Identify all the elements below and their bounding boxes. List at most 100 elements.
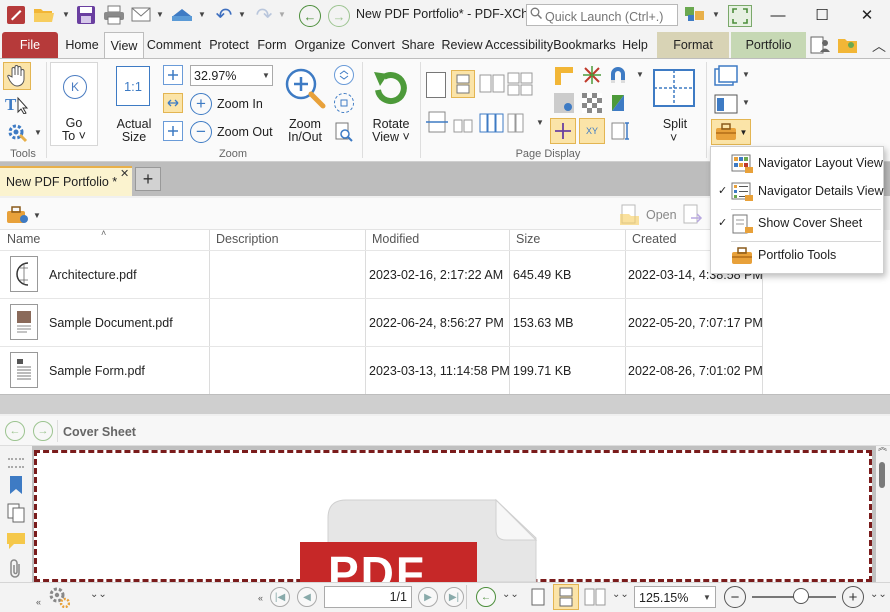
tab-view[interactable]: View [104, 32, 144, 58]
extract-icon[interactable] [680, 203, 704, 227]
next-page-icon[interactable]: ▶ [418, 587, 438, 607]
close-button[interactable]: ✕ [845, 2, 889, 28]
open-folder-icon[interactable] [32, 4, 56, 26]
actual-size-icon[interactable]: 1:1 [116, 66, 150, 106]
continuous-facing-icon[interactable] [507, 72, 533, 96]
zoom-slider-handle[interactable] [793, 588, 809, 604]
page-numbers-icon[interactable] [479, 112, 505, 134]
page-number-input[interactable] [324, 586, 412, 608]
panes-icon[interactable] [712, 92, 740, 116]
quick-launch-input[interactable] [526, 4, 678, 26]
column-header-modified[interactable]: Modified [372, 232, 419, 246]
app-logo-icon[interactable] [4, 4, 28, 26]
coordinates-icon[interactable]: XY [579, 118, 605, 144]
menu-item-portfolio-tools[interactable]: Portfolio Tools [711, 242, 885, 270]
fullscreen-icon[interactable] [728, 5, 752, 27]
hand-tool-icon[interactable] [3, 62, 31, 90]
fit-visible-icon[interactable] [163, 121, 183, 141]
menu-item-show-cover-sheet[interactable]: ✓ Show Cover Sheet [711, 210, 885, 238]
chevron-down-icon[interactable]: ▼ [198, 10, 206, 19]
undo-icon[interactable]: ↶ [212, 4, 236, 27]
guides-icon[interactable] [550, 118, 576, 144]
column-header-name[interactable]: Name [7, 232, 40, 246]
ruler-icon[interactable] [552, 64, 576, 86]
pages-panel-icon[interactable] [6, 502, 26, 524]
zoom-reset-icon[interactable] [334, 65, 354, 85]
facing-mode-icon[interactable] [583, 586, 607, 608]
split-button[interactable]: Split [652, 118, 698, 131]
document-tab[interactable]: New PDF Portfolio * [0, 166, 132, 196]
column-header-created[interactable]: Created [632, 232, 676, 246]
tab-format[interactable]: Format [657, 32, 729, 58]
tab-comment[interactable]: Comment [145, 32, 203, 58]
go-to-button[interactable]: K Go To ˅ [50, 62, 98, 146]
chevron-down-icon[interactable]: ▼ [278, 10, 286, 19]
forward-icon[interactable]: → [328, 5, 350, 27]
chevron-down-icon[interactable]: ▼ [156, 10, 164, 19]
column-header-size[interactable]: Size [516, 232, 540, 246]
color-split-icon[interactable] [606, 92, 630, 114]
tab-share[interactable]: Share [399, 32, 437, 58]
tab-portfolio[interactable]: Portfolio [731, 32, 806, 58]
single-page-mode-icon[interactable] [528, 586, 548, 608]
magnifier-icon[interactable] [334, 121, 354, 143]
window-layout-icon[interactable] [712, 64, 740, 88]
status-zoom-in-icon[interactable]: + [842, 586, 864, 608]
zoom-out-icon[interactable]: − [190, 121, 212, 143]
portfolio-tools-icon[interactable] [5, 204, 31, 226]
chevron-down-icon[interactable]: ▼ [742, 98, 750, 107]
page-layout-icon[interactable] [453, 110, 477, 134]
single-page-icon[interactable] [426, 72, 446, 98]
tab-accessibility[interactable]: Accessibility [485, 32, 553, 58]
collapse-ribbon-icon[interactable]: ︿ [872, 36, 886, 56]
column-header-description[interactable]: Description [216, 232, 279, 246]
tab-file[interactable]: File [2, 32, 58, 58]
back-icon[interactable]: ← [299, 5, 321, 27]
chevron-down-icon[interactable]: ▼ [34, 128, 42, 137]
redo-icon[interactable]: ↷ [252, 4, 276, 27]
measure-icon[interactable] [607, 118, 633, 144]
chevron-down-icon[interactable]: ▼ [636, 70, 644, 79]
first-page-icon[interactable]: |◀ [270, 587, 290, 607]
fit-page-icon[interactable] [163, 65, 183, 85]
chevron-down-icon[interactable]: ▼ [712, 10, 720, 19]
zoom-in-out-icon[interactable] [283, 66, 327, 110]
save-icon[interactable] [74, 4, 98, 26]
zoom-level-select[interactable]: 32.97% ▼ [190, 65, 273, 86]
zoom-in-button[interactable]: Zoom In [217, 97, 263, 111]
continuous-page-icon[interactable] [451, 70, 475, 98]
scroll-left-icon[interactable]: « [258, 593, 263, 603]
tab-convert[interactable]: Convert [349, 32, 397, 58]
portfolio-view-button[interactable]: ▼ [711, 119, 751, 145]
cover-back-icon[interactable]: ← [5, 421, 25, 441]
continuous-mode-icon[interactable] [553, 584, 579, 610]
status-zoom-out-icon[interactable]: − [724, 586, 746, 608]
chevron-down-double-icon[interactable]: ⌄⌄ [502, 589, 519, 600]
chevron-down-double-icon[interactable]: ⌄⌄ [612, 589, 629, 600]
select-text-icon[interactable]: T [3, 92, 31, 116]
chevron-down-icon[interactable]: ▼ [238, 10, 246, 19]
tab-bookmarks[interactable]: Bookmarks [553, 32, 616, 58]
scrollbar-thumb[interactable] [879, 462, 885, 488]
chevron-down-icon[interactable]: ˅ [670, 131, 677, 145]
scan-icon[interactable] [170, 4, 194, 26]
prev-view-icon[interactable]: ← [476, 587, 496, 607]
scroll-left-icon[interactable]: « [36, 597, 41, 607]
tab-help[interactable]: Help [618, 32, 652, 58]
attachments-icon[interactable] [6, 558, 26, 580]
open-file-icon[interactable] [618, 203, 642, 227]
split-icon[interactable] [652, 66, 696, 110]
menu-item-navigator-details-view[interactable]: ✓ Navigator Details View [711, 178, 885, 206]
zoom-out-button[interactable]: Zoom Out [217, 125, 273, 139]
pane-splitter[interactable] [0, 394, 890, 414]
split-view-icon[interactable] [425, 110, 449, 134]
facing-pages-icon[interactable] [479, 74, 505, 94]
marquee-zoom-icon[interactable] [334, 93, 354, 113]
rotate-view-label[interactable]: View ˅ [364, 131, 418, 144]
menu-item-navigator-layout-view[interactable]: Navigator Layout View [711, 150, 885, 178]
customize-toolbar-icon[interactable] [684, 4, 708, 26]
folder-icon[interactable] [836, 34, 860, 56]
email-icon[interactable] [130, 4, 154, 26]
status-zoom-select[interactable]: 125.15% ▼ [634, 586, 716, 608]
minimize-button[interactable]: — [756, 2, 800, 28]
